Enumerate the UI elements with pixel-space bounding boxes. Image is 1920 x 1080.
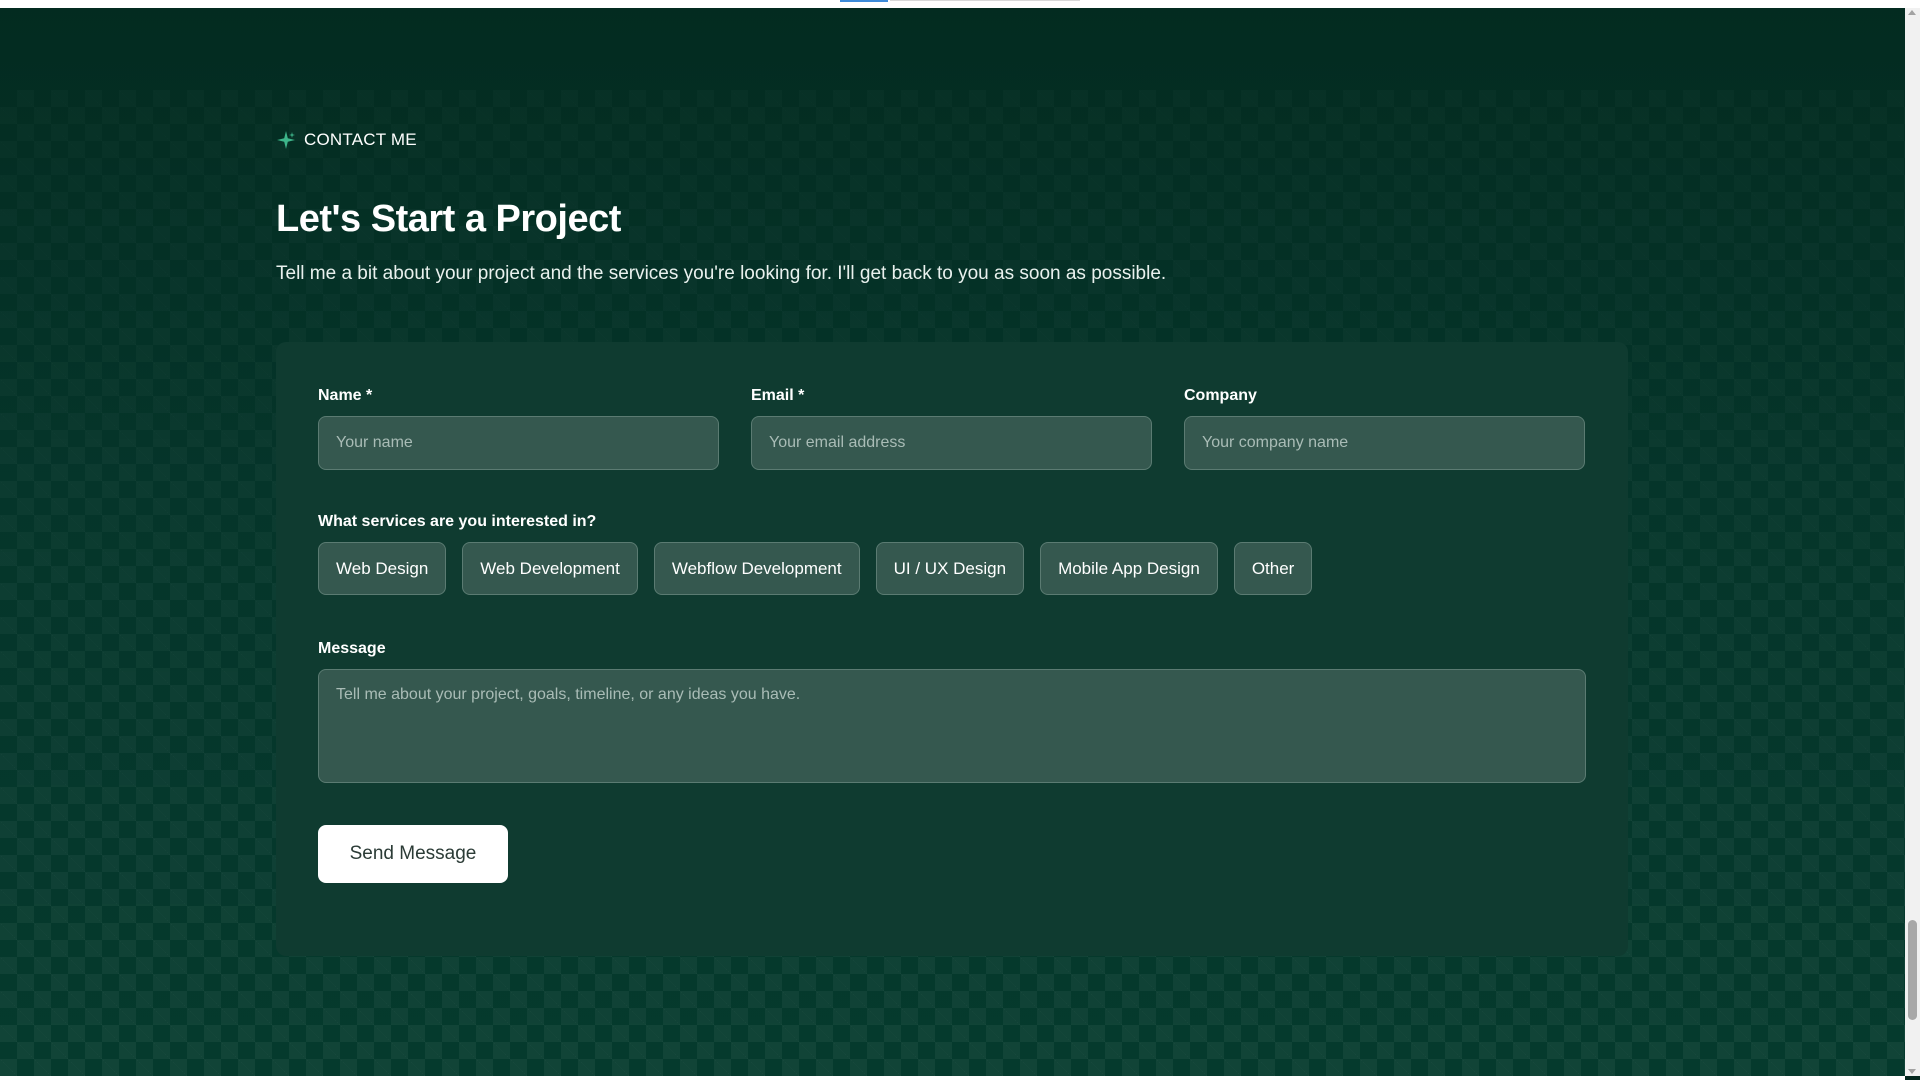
contact-form: Name * Your name Email * Your email addr… [276, 342, 1628, 956]
services-options: Web Design Web Development Webflow Devel… [318, 542, 1313, 595]
name-field-group: Name * Your name [318, 386, 719, 470]
browser-bottom-bar [0, 1076, 1905, 1080]
page-subtitle: Tell me a bit about your project and the… [276, 263, 1167, 284]
browser-top-bar [0, 0, 1920, 8]
company-input[interactable]: Your company name [1184, 416, 1585, 470]
email-label: Email * [751, 387, 805, 404]
service-chip-webflow-development[interactable]: Webflow Development [653, 542, 860, 595]
message-textarea[interactable]: Tell me about your project, goals, timel… [318, 669, 1586, 783]
scrollbar-thumb[interactable] [1908, 920, 1917, 1020]
service-chip-web-design[interactable]: Web Design [318, 542, 447, 595]
name-input[interactable]: Your name [318, 416, 719, 470]
service-chip-web-development[interactable]: Web Development [462, 542, 638, 595]
section-eyebrow: CONTACT ME [276, 130, 417, 150]
services-group: What services are you interested in? Web… [318, 512, 1313, 595]
contact-section: CONTACT ME Let's Start a Project Tell me… [0, 0, 1905, 1080]
service-chip-mobile-app-design[interactable]: Mobile App Design [1040, 542, 1218, 595]
page-title: Let's Start a Project [276, 198, 621, 240]
service-chip-ui-ux-design[interactable]: UI / UX Design [875, 542, 1025, 595]
message-field-group: Message Tell me about your project, goal… [318, 639, 1586, 783]
scroll-down-icon[interactable] [1908, 1069, 1916, 1074]
services-label: What services are you interested in? [318, 513, 597, 530]
eyebrow-text: CONTACT ME [304, 130, 417, 149]
tab-indicator [840, 0, 888, 2]
email-field-group: Email * Your email address [751, 386, 1152, 470]
tab-indicator-track [890, 0, 1080, 1]
name-label: Name * [318, 387, 373, 404]
message-label: Message [318, 640, 386, 657]
contact-fields-row: Name * Your name Email * Your email addr… [318, 386, 1585, 470]
email-input[interactable]: Your email address [751, 416, 1152, 470]
service-chip-other[interactable]: Other [1233, 542, 1313, 595]
company-field-group: Company Your company name [1184, 386, 1585, 470]
sparkle-icon [277, 131, 295, 149]
company-label: Company [1184, 387, 1257, 404]
page-scrollbar[interactable] [1905, 8, 1920, 1076]
scroll-up-icon[interactable] [1908, 10, 1916, 15]
send-message-button[interactable]: Send Message [318, 825, 508, 883]
